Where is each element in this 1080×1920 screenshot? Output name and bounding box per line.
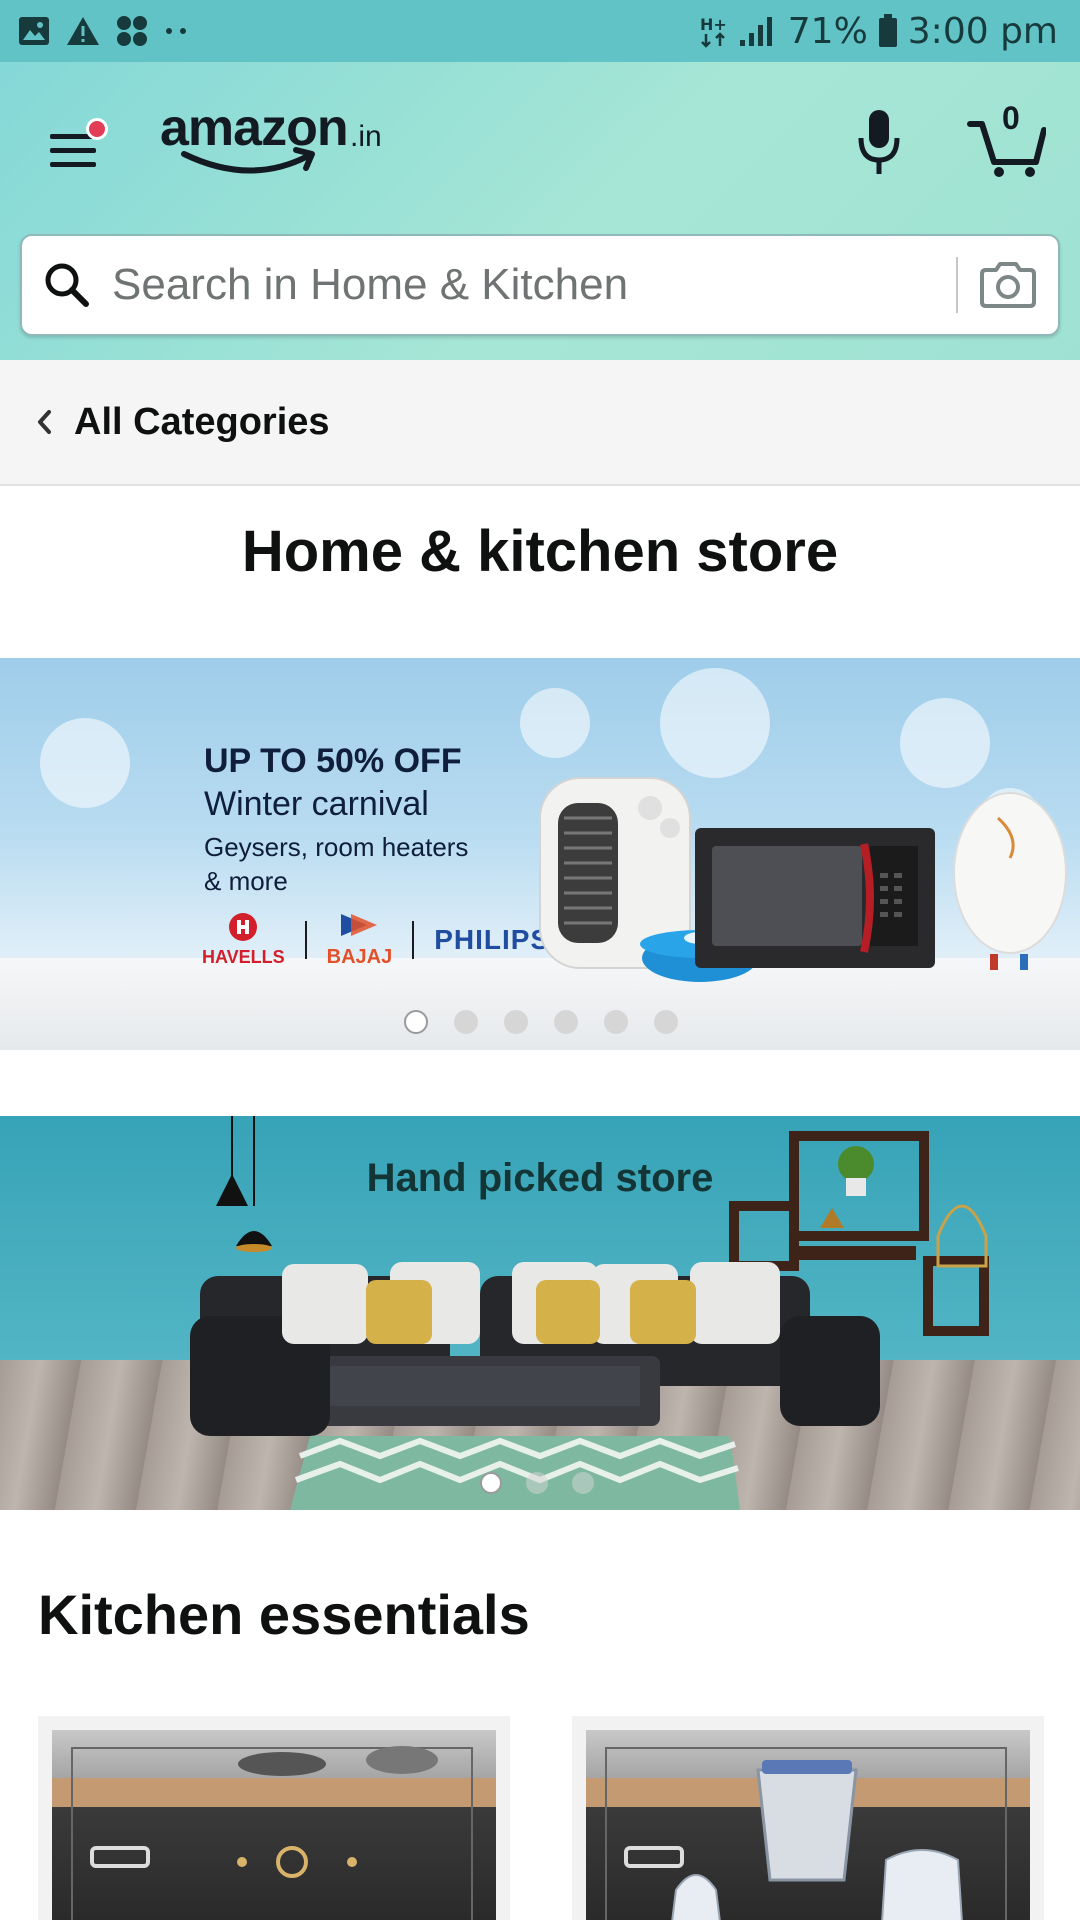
gallery-notification-icon xyxy=(19,17,49,45)
apps-notification-icon xyxy=(117,16,147,46)
pagination-dot[interactable] xyxy=(404,1010,428,1034)
pagination-dot[interactable] xyxy=(454,1010,478,1034)
clock: 3:00 pm xyxy=(907,10,1058,52)
status-icons-right: H+ 71% 3:00 pm xyxy=(700,11,1058,52)
svg-text:H+: H+ xyxy=(700,15,727,34)
all-categories-back-link[interactable]: All Categories xyxy=(0,360,1080,486)
hand-picked-store-banner[interactable]: Hand picked store xyxy=(0,1116,1080,1510)
status-bar: H+ 71% 3:00 pm xyxy=(0,0,1080,62)
page-title: Home & kitchen store xyxy=(241,519,839,584)
cart-button[interactable]: 0 xyxy=(966,100,1046,180)
pagination-dot[interactable] xyxy=(654,1010,678,1034)
mixer-grinder-illustration xyxy=(605,1747,1007,1920)
search-input[interactable] xyxy=(112,260,956,310)
camera-icon xyxy=(980,262,1036,308)
amazon-logo[interactable]: amazon .in xyxy=(160,98,400,178)
logo-suffix: .in xyxy=(350,120,382,153)
brand-bajaj-label: BAJAJ xyxy=(326,946,393,968)
winter-carnival-banner[interactable]: UP TO 50% OFF Winter carnival Geysers, r… xyxy=(0,658,1080,1050)
app-header: amazon .in 0 xyxy=(0,62,1080,360)
more-notifications-icon xyxy=(166,28,186,34)
pagination-dot[interactable] xyxy=(526,1472,548,1494)
brand-havells: HAVELLS xyxy=(202,912,285,968)
camera-search-button[interactable] xyxy=(958,236,1058,334)
pagination-dot[interactable] xyxy=(572,1472,594,1494)
banner1-pagination xyxy=(404,1010,678,1034)
stove-illustration xyxy=(71,1746,473,1920)
pagination-dot[interactable] xyxy=(604,1010,628,1034)
snowflake-decoration xyxy=(520,688,590,758)
voice-search-button[interactable] xyxy=(854,102,904,182)
pagination-dot[interactable] xyxy=(554,1010,578,1034)
microphone-icon xyxy=(858,110,900,174)
brand-havells-label: HAVELLS xyxy=(202,946,285,967)
banner-furniture-illustration xyxy=(190,1116,989,1510)
banner-detail-line2: & more xyxy=(204,866,288,896)
menu-button[interactable] xyxy=(40,114,110,184)
search-bar xyxy=(20,234,1060,336)
snowflake-decoration xyxy=(40,718,130,808)
brand-separator xyxy=(304,920,307,959)
kitchen-essentials-card[interactable] xyxy=(572,1716,1044,1920)
chevron-left-icon xyxy=(38,410,51,434)
network-type-icon: H+ xyxy=(700,15,727,48)
pagination-dot[interactable] xyxy=(504,1010,528,1034)
logo-smile-icon xyxy=(181,147,315,174)
notification-dot xyxy=(86,118,108,140)
battery-percent: 71% xyxy=(787,10,868,52)
breadcrumb-label: All Categories xyxy=(74,400,330,443)
banner-headline: UP TO 50% OFF xyxy=(204,742,462,780)
warning-notification-icon xyxy=(67,17,99,45)
banner-text-block: UP TO 50% OFF Winter carnival Geysers, r… xyxy=(204,740,468,898)
banner-products-illustration xyxy=(539,777,1067,982)
bajaj-logo-icon xyxy=(341,914,378,936)
signal-strength-icon xyxy=(739,17,772,46)
kitchen-essentials-card[interactable] xyxy=(38,1716,510,1920)
battery-icon xyxy=(878,14,897,47)
status-icons-left xyxy=(18,15,190,47)
banner2-pagination xyxy=(480,1472,594,1494)
brand-separator xyxy=(412,920,415,959)
section-title: Kitchen essentials xyxy=(38,1583,530,1646)
cart-count: 0 xyxy=(1002,100,1020,136)
search-icon[interactable] xyxy=(22,236,112,334)
product-image xyxy=(52,1730,496,1920)
banner-subtitle: Winter carnival xyxy=(204,785,429,823)
havells-logo-icon xyxy=(229,912,258,941)
product-image xyxy=(586,1730,1030,1920)
brand-logos: HAVELLS BAJAJ PHILIPS xyxy=(202,910,550,969)
banner-detail-line1: Geysers, room heaters xyxy=(204,832,469,862)
brand-bajaj: BAJAJ xyxy=(326,910,393,969)
pagination-dot[interactable] xyxy=(480,1472,502,1494)
